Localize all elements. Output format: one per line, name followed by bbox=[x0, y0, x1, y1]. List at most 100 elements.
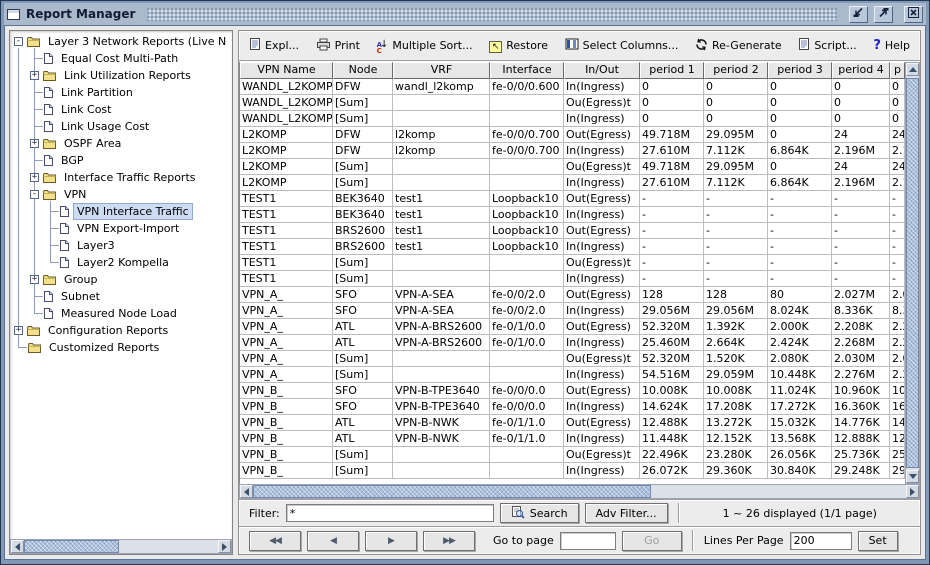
toolbar-button-re-generate[interactable]: Re-Generate bbox=[695, 38, 782, 54]
table-row[interactable]: TEST1BEK3640test1Loopback10Out(Egress)--… bbox=[240, 191, 905, 207]
table-row[interactable]: VPN_B_[Sum]In(Ingress)26.072K29.360K30.8… bbox=[240, 463, 905, 479]
table-row[interactable]: VPN_B_SFOVPN-B-TPE3640fe-0/0/0.0In(Ingre… bbox=[240, 399, 905, 415]
column-header-period-1[interactable]: period 1 bbox=[640, 62, 704, 79]
table-row[interactable]: L2KOMPDFWl2kompfe-0/0/0.700Out(Egress)49… bbox=[240, 127, 905, 143]
scrollbar-track[interactable] bbox=[651, 485, 906, 498]
expander-plus-icon[interactable]: + bbox=[14, 326, 23, 335]
go-button[interactable]: Go bbox=[622, 531, 682, 551]
toolbar-button-multiple-sort[interactable]: AC↓Multiple Sort... bbox=[377, 37, 473, 54]
column-header-interface[interactable]: Interface bbox=[490, 62, 564, 79]
table-row[interactable]: L2KOMP[Sum]Ou(Egress)t49.718M29.095M0242… bbox=[240, 159, 905, 175]
tree-item-ospf-area[interactable]: +OSPF Area bbox=[12, 135, 232, 152]
tree-item-vpn-export-import[interactable]: VPN Export-Import bbox=[12, 220, 232, 237]
scrollbar-thumb[interactable] bbox=[24, 540, 119, 553]
tree-item-equal-cost-multi-path[interactable]: Equal Cost Multi-Path bbox=[12, 50, 232, 67]
tree-item-vpn-interface-traffic[interactable]: VPN Interface Traffic bbox=[12, 203, 232, 220]
table-horizontal-scrollbar[interactable] bbox=[239, 484, 920, 499]
column-header-period-2[interactable]: period 2 bbox=[704, 62, 768, 79]
set-button[interactable]: Set bbox=[858, 531, 898, 551]
titlebar[interactable]: Report Manager bbox=[4, 3, 926, 25]
first-page-button[interactable]: ◀◀ bbox=[249, 531, 301, 551]
column-header-vrf[interactable]: VRF bbox=[393, 62, 490, 79]
tree-item-measured-node-load[interactable]: Measured Node Load bbox=[12, 305, 232, 322]
scroll-right-button[interactable] bbox=[218, 540, 231, 553]
table-cell: 10.008K bbox=[704, 383, 768, 399]
table-row[interactable]: WANDL_L2KOMP[Sum]Ou(Egress)t00000 bbox=[240, 95, 905, 111]
table-row[interactable]: VPN_A_[Sum]Ou(Egress)t52.320M1.520K2.080… bbox=[240, 351, 905, 367]
toolbar-button-restore[interactable]: ↖Restore bbox=[489, 39, 548, 53]
expander-plus-icon[interactable]: + bbox=[30, 173, 39, 182]
expander-minus-icon[interactable]: - bbox=[30, 190, 39, 199]
tree-item-configuration-reports[interactable]: +Configuration Reports bbox=[12, 322, 232, 339]
tree-item-customized-reports[interactable]: Customized Reports bbox=[12, 339, 232, 356]
search-button[interactable]: Search bbox=[500, 503, 579, 523]
table-row[interactable]: VPN_B_SFOVPN-B-TPE3640fe-0/0/0.0Out(Egre… bbox=[240, 383, 905, 399]
table-row[interactable]: VPN_B_ATLVPN-B-NWKfe-0/1/1.0In(Ingress)1… bbox=[240, 431, 905, 447]
prev-page-button[interactable]: ◀ bbox=[307, 531, 359, 551]
next-page-button[interactable]: ▶ bbox=[365, 531, 417, 551]
tree-item-vpn[interactable]: -VPN bbox=[12, 186, 232, 203]
table-row[interactable]: L2KOMPDFWl2kompfe-0/0/0.700In(Ingress)27… bbox=[240, 143, 905, 159]
close-button[interactable] bbox=[904, 6, 923, 23]
toolbar-button-script[interactable]: Script... bbox=[798, 37, 856, 54]
expander-plus-icon[interactable]: + bbox=[30, 275, 39, 284]
adv-filter-button[interactable]: Adv Filter... bbox=[585, 503, 668, 523]
scrollbar-thumb[interactable] bbox=[906, 78, 919, 468]
table-row[interactable]: TEST1BEK3640test1Loopback10In(Ingress)--… bbox=[240, 207, 905, 223]
toolbar-button-print[interactable]: Print bbox=[316, 38, 360, 54]
maximize-button[interactable] bbox=[874, 6, 893, 23]
tree-item-bgp[interactable]: BGP bbox=[12, 152, 232, 169]
expander-plus-icon[interactable]: + bbox=[30, 139, 39, 148]
table-row[interactable]: VPN_A_SFOVPN-A-SEAfe-0/0/2.0In(Ingress)2… bbox=[240, 303, 905, 319]
scroll-right-button[interactable] bbox=[906, 485, 919, 498]
table-row[interactable]: VPN_A_SFOVPN-A-SEAfe-0/0/2.0Out(Egress)1… bbox=[240, 287, 905, 303]
tree-item-subnet[interactable]: Subnet bbox=[12, 288, 232, 305]
table-vertical-scrollbar[interactable] bbox=[905, 62, 920, 484]
table-row[interactable]: TEST1BRS2600test1Loopback10In(Ingress)--… bbox=[240, 239, 905, 255]
tree-item-link-usage-cost[interactable]: Link Usage Cost bbox=[12, 118, 232, 135]
table-row[interactable]: WANDL_L2KOMP[Sum]In(Ingress)00000 bbox=[240, 111, 905, 127]
toolbar-button-expl[interactable]: Expl... bbox=[249, 37, 299, 54]
table-row[interactable]: VPN_B_[Sum]Ou(Egress)t22.496K23.280K26.0… bbox=[240, 447, 905, 463]
column-header-p[interactable]: p bbox=[890, 62, 905, 79]
table-row[interactable]: VPN_A_ATLVPN-A-BRS2600fe-0/1/0.0In(Ingre… bbox=[240, 335, 905, 351]
tree-item-layer-3-network-reports-live-n[interactable]: -Layer 3 Network Reports (Live N bbox=[12, 33, 232, 50]
tree-item-interface-traffic-reports[interactable]: +Interface Traffic Reports bbox=[12, 169, 232, 186]
table-row[interactable]: VPN_B_ATLVPN-B-NWKfe-0/1/1.0Out(Egress)1… bbox=[240, 415, 905, 431]
expander-plus-icon[interactable]: + bbox=[30, 71, 39, 80]
tree-item-layer3[interactable]: Layer3 bbox=[12, 237, 232, 254]
tree-item-link-cost[interactable]: Link Cost bbox=[12, 101, 232, 118]
column-header-vpn-name[interactable]: VPN Name bbox=[240, 62, 333, 79]
table-row[interactable]: VPN_A_ATLVPN-A-BRS2600fe-0/1/0.0Out(Egre… bbox=[240, 319, 905, 335]
table-row[interactable]: WANDL_L2KOMPDFWwandl_l2kompfe-0/0/0.600I… bbox=[240, 79, 905, 95]
table-row[interactable]: TEST1[Sum]Ou(Egress)t----- bbox=[240, 255, 905, 271]
table-cell: 1.392K bbox=[704, 319, 768, 335]
scrollbar-thumb[interactable] bbox=[253, 485, 651, 498]
last-page-button[interactable]: ▶▶ bbox=[423, 531, 475, 551]
iconify-button[interactable] bbox=[849, 6, 868, 23]
lines-per-page-input[interactable] bbox=[790, 532, 852, 550]
column-header-in-out[interactable]: In/Out bbox=[564, 62, 640, 79]
table-row[interactable]: TEST1BRS2600test1Loopback10Out(Egress)--… bbox=[240, 223, 905, 239]
scroll-left-button[interactable] bbox=[11, 540, 24, 553]
toolbar-button-select-columns[interactable]: Select Columns... bbox=[565, 38, 679, 53]
tree-horizontal-scrollbar[interactable] bbox=[10, 539, 232, 554]
scroll-left-button[interactable] bbox=[240, 485, 253, 498]
table-row[interactable]: VPN_A_[Sum]In(Ingress)54.516M29.059M10.4… bbox=[240, 367, 905, 383]
tree-item-link-utilization-reports[interactable]: +Link Utilization Reports bbox=[12, 67, 232, 84]
filter-input[interactable] bbox=[286, 504, 494, 522]
expander-minus-icon[interactable]: - bbox=[14, 37, 23, 46]
table-row[interactable]: L2KOMP[Sum]In(Ingress)27.610M7.112K6.864… bbox=[240, 175, 905, 191]
tree-item-link-partition[interactable]: Link Partition bbox=[12, 84, 232, 101]
column-header-period-4[interactable]: period 4 bbox=[832, 62, 890, 79]
table-row[interactable]: TEST1[Sum]In(Ingress)----- bbox=[240, 271, 905, 287]
page-input[interactable] bbox=[560, 532, 616, 550]
toolbar-button-help[interactable]: ?Help bbox=[873, 38, 910, 53]
scroll-up-button[interactable] bbox=[906, 63, 919, 76]
scrollbar-track[interactable] bbox=[119, 540, 218, 553]
column-header-period-3[interactable]: period 3 bbox=[768, 62, 832, 79]
column-header-node[interactable]: Node bbox=[333, 62, 393, 79]
scroll-down-button[interactable] bbox=[906, 470, 919, 483]
tree-item-layer2-kompella[interactable]: Layer2 Kompella bbox=[12, 254, 232, 271]
tree-item-group[interactable]: +Group bbox=[12, 271, 232, 288]
